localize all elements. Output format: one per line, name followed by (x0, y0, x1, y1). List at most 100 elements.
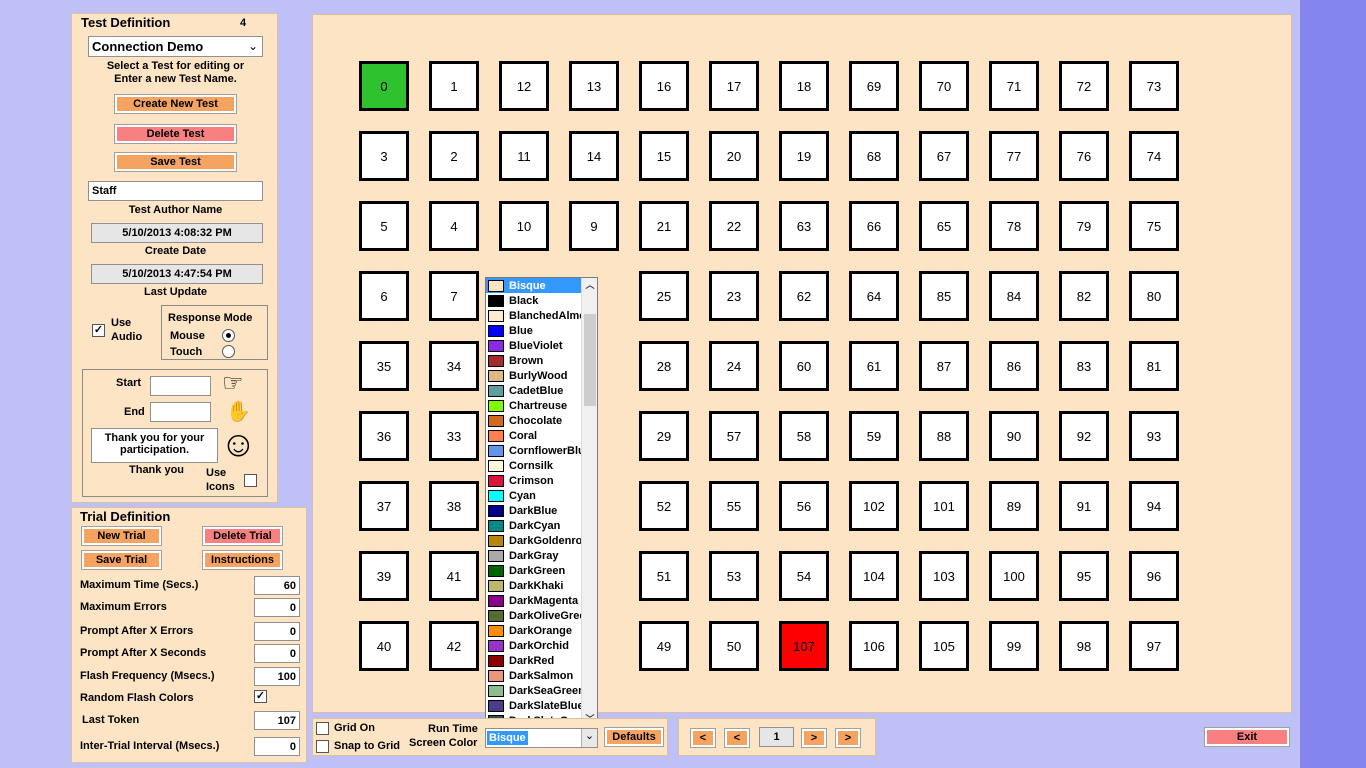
token-tile[interactable]: 100 (989, 551, 1039, 601)
color-option[interactable]: DarkOliveGreen (486, 608, 582, 623)
color-option[interactable]: DarkSlateBlue (486, 698, 582, 713)
token-tile[interactable]: 106 (849, 621, 899, 671)
token-tile[interactable]: 102 (849, 481, 899, 531)
color-option[interactable]: DarkBlue (486, 503, 582, 518)
token-tile[interactable]: 13 (569, 61, 619, 111)
last-page-button[interactable]: > (835, 728, 861, 748)
next-page-button[interactable]: > (801, 728, 827, 748)
color-option[interactable]: Cyan (486, 488, 582, 503)
token-tile[interactable]: 34 (429, 341, 479, 391)
use-audio-checkbox[interactable]: ✓ (92, 324, 105, 337)
token-tile[interactable]: 28 (639, 341, 689, 391)
token-tile[interactable]: 105 (919, 621, 969, 671)
author-name-input[interactable]: Staff (88, 181, 263, 201)
color-list-scrollbar[interactable]: ︿ ﹀ (581, 278, 597, 726)
token-tile[interactable]: 74 (1129, 131, 1179, 181)
token-tile[interactable]: 94 (1129, 481, 1179, 531)
end-input[interactable] (150, 402, 211, 422)
grid-on-checkbox[interactable] (316, 722, 329, 735)
token-tile[interactable]: 83 (1059, 341, 1109, 391)
token-tile[interactable]: 72 (1059, 61, 1109, 111)
start-input[interactable] (150, 376, 211, 396)
color-option[interactable]: BlueViolet (486, 338, 582, 353)
color-option[interactable]: Black (486, 293, 582, 308)
token-tile[interactable]: 76 (1059, 131, 1109, 181)
color-option[interactable]: Blue (486, 323, 582, 338)
token-tile[interactable]: 33 (429, 411, 479, 461)
token-tile[interactable]: 103 (919, 551, 969, 601)
touch-radio[interactable] (222, 345, 235, 358)
token-tile[interactable]: 4 (429, 201, 479, 251)
test-name-combobox[interactable]: Connection Demo ⌄ (88, 36, 263, 57)
token-tile[interactable]: 88 (919, 411, 969, 461)
token-tile[interactable]: 15 (639, 131, 689, 181)
token-tile[interactable]: 9 (569, 201, 619, 251)
token-tile[interactable]: 96 (1129, 551, 1179, 601)
color-option[interactable]: Crimson (486, 473, 582, 488)
token-tile[interactable]: 59 (849, 411, 899, 461)
token-tile[interactable]: 60 (779, 341, 829, 391)
token-tile[interactable]: 63 (779, 201, 829, 251)
color-option[interactable]: Coral (486, 428, 582, 443)
token-tile[interactable]: 50 (709, 621, 759, 671)
random-flash-colors-checkbox[interactable]: ✓ (254, 690, 267, 703)
chevron-up-icon[interactable]: ︿ (582, 278, 597, 292)
token-tile[interactable]: 78 (989, 201, 1039, 251)
save-test-button[interactable]: Save Test (114, 152, 237, 172)
token-tile[interactable]: 104 (849, 551, 899, 601)
exit-button[interactable]: Exit (1204, 727, 1290, 747)
use-icons-checkbox[interactable] (244, 474, 257, 487)
token-tile[interactable]: 99 (989, 621, 1039, 671)
token-tile[interactable]: 90 (989, 411, 1039, 461)
token-tile[interactable]: 93 (1129, 411, 1179, 461)
token-tile[interactable]: 64 (849, 271, 899, 321)
token-tile[interactable]: 101 (919, 481, 969, 531)
token-tile[interactable]: 86 (989, 341, 1039, 391)
max-time-input[interactable]: 60 (254, 576, 300, 595)
token-tile[interactable]: 18 (779, 61, 829, 111)
token-tile[interactable]: 7 (429, 271, 479, 321)
last-token-input[interactable]: 107 (254, 711, 300, 730)
token-tile[interactable]: 71 (989, 61, 1039, 111)
snap-to-grid-checkbox[interactable] (316, 740, 329, 753)
first-page-button[interactable]: < (690, 728, 716, 748)
color-option[interactable]: Chartreuse (486, 398, 582, 413)
previous-page-button[interactable]: < (724, 728, 750, 748)
token-tile[interactable]: 73 (1129, 61, 1179, 111)
color-option[interactable]: CornflowerBlue (486, 443, 582, 458)
token-tile[interactable]: 58 (779, 411, 829, 461)
token-tile[interactable]: 49 (639, 621, 689, 671)
token-tile[interactable]: 21 (639, 201, 689, 251)
token-tile[interactable]: 5 (359, 201, 409, 251)
color-option[interactable]: DarkGreen (486, 563, 582, 578)
token-tile[interactable]: 23 (709, 271, 759, 321)
token-tile[interactable]: 54 (779, 551, 829, 601)
instructions-button[interactable]: Instructions (202, 550, 283, 570)
token-tile[interactable]: 20 (709, 131, 759, 181)
token-tile[interactable]: 98 (1059, 621, 1109, 671)
token-tile[interactable]: 35 (359, 341, 409, 391)
defaults-button[interactable]: Defaults (604, 727, 664, 747)
token-tile[interactable]: 2 (429, 131, 479, 181)
token-tile[interactable]: 82 (1059, 271, 1109, 321)
token-tile[interactable]: 91 (1059, 481, 1109, 531)
token-tile[interactable]: 84 (989, 271, 1039, 321)
token-tile[interactable]: 66 (849, 201, 899, 251)
token-tile[interactable]: 39 (359, 551, 409, 601)
color-option[interactable]: DarkSeaGreen (486, 683, 582, 698)
color-option[interactable]: CadetBlue (486, 383, 582, 398)
token-tile[interactable]: 37 (359, 481, 409, 531)
screen-color-dropdown-list[interactable]: Bisque Black BlanchedAlmond Blue BlueViolet B… (485, 277, 598, 727)
token-tile[interactable]: 25 (639, 271, 689, 321)
token-tile[interactable]: 11 (499, 131, 549, 181)
prompt-errors-input[interactable]: 0 (254, 622, 300, 641)
color-option[interactable]: Bisque (486, 278, 582, 293)
scrollbar-thumb[interactable] (584, 314, 596, 406)
save-trial-button[interactable]: Save Trial (81, 550, 162, 570)
token-tile[interactable]: 97 (1129, 621, 1179, 671)
delete-trial-button[interactable]: Delete Trial (202, 526, 283, 546)
color-option[interactable]: DarkSalmon (486, 668, 582, 683)
token-tile[interactable]: 40 (359, 621, 409, 671)
token-tile[interactable]: 77 (989, 131, 1039, 181)
token-tile[interactable]: 24 (709, 341, 759, 391)
